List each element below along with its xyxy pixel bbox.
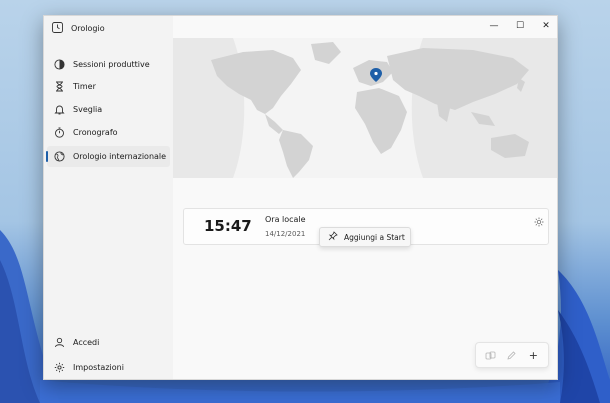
clock-app-icon [52, 22, 63, 35]
stopwatch-icon [53, 127, 65, 139]
bell-icon [53, 104, 65, 116]
sidebar-item-accedi[interactable]: Accedi [47, 332, 170, 353]
sidebar-item-cronografo[interactable]: Cronografo [47, 122, 170, 143]
app-title-text: Orologio [71, 24, 105, 33]
sidebar-item-timer[interactable]: Timer [47, 76, 170, 97]
close-button[interactable]: ✕ [533, 16, 557, 36]
sidebar-item-sessioni-produttive[interactable]: Sessioni produttive [47, 54, 170, 75]
world-map [173, 38, 557, 178]
clock-date: 14/12/2021 [265, 230, 306, 238]
person-icon [53, 337, 65, 349]
pencil-icon [507, 350, 517, 360]
sidebar-item-label: Cronografo [73, 128, 118, 137]
sun-icon [534, 212, 544, 227]
globe-icon [53, 151, 65, 163]
sidebar-item-orologio-internazionale[interactable]: Orologio internazionale [46, 146, 170, 167]
clock-location-label: Ora locale [265, 215, 306, 224]
sidebar-item-label: Accedi [73, 338, 100, 347]
gear-icon [53, 362, 65, 374]
sidebar-item-impostazioni[interactable]: Impostazioni [47, 357, 170, 378]
sidebar: Orologio Sessioni produttive Timer Svegl… [44, 16, 173, 379]
sidebar-item-label: Orologio internazionale [73, 152, 167, 161]
sidebar-item-label: Sveglia [73, 105, 103, 114]
compare-clocks-button[interactable] [482, 346, 500, 364]
hourglass-icon [53, 81, 65, 93]
pin-to-start-tooltip[interactable]: Aggiungi a Start [319, 227, 411, 247]
clock-app-window: Orologio Sessioni produttive Timer Svegl… [43, 15, 558, 380]
sidebar-item-sveglia[interactable]: Sveglia [47, 99, 170, 120]
sidebar-item-label: Timer [73, 82, 96, 91]
compare-icon [485, 351, 496, 359]
world-map-graphic [173, 38, 557, 178]
sidebar-item-label: Sessioni produttive [73, 60, 150, 69]
tooltip-label: Aggiungi a Start [344, 232, 405, 242]
pin-icon [328, 231, 338, 243]
sidebar-item-label: Impostazioni [73, 363, 124, 372]
clock-time: 15:47 [204, 217, 252, 235]
main-content: — ☐ ✕ 15:47 Ora locale 14/12/2021 Aggiun… [173, 16, 557, 379]
app-title: Orologio [52, 22, 105, 35]
add-clock-button[interactable]: + [524, 346, 542, 364]
focus-icon [53, 59, 65, 71]
minimize-button[interactable]: — [481, 16, 507, 36]
maximize-button[interactable]: ☐ [507, 16, 533, 36]
bottom-toolbar: + [475, 342, 549, 368]
edit-button[interactable] [503, 346, 521, 364]
window-controls: — ☐ ✕ [481, 16, 557, 36]
